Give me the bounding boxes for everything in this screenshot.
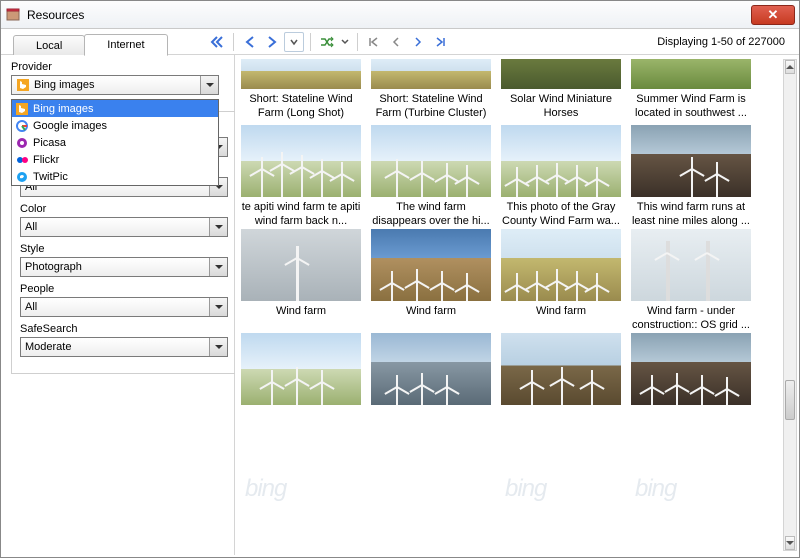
- nav-prev-icon[interactable]: [386, 32, 406, 52]
- nav-last-icon[interactable]: [430, 32, 450, 52]
- provider-dropdown: Bing images Google images Picasa Flickr …: [11, 99, 219, 186]
- nav-first-icon[interactable]: [364, 32, 384, 52]
- shuffle-dropdown-icon[interactable]: [339, 32, 351, 52]
- result-item[interactable]: This photo of the Gray County Wind Farm …: [501, 125, 621, 229]
- style-select[interactable]: Photograph: [20, 257, 228, 277]
- app-icon: [5, 7, 21, 23]
- provider-selected: Bing images: [34, 79, 95, 91]
- result-item[interactable]: Short: Stateline Wind Farm (Turbine Clus…: [371, 59, 491, 121]
- result-item[interactable]: [371, 333, 491, 431]
- scrollbar[interactable]: [783, 59, 797, 551]
- close-button[interactable]: ✕: [751, 5, 795, 25]
- result-item[interactable]: Wind farm: [241, 229, 361, 333]
- people-label: People: [20, 283, 228, 295]
- safesearch-label: SafeSearch: [20, 323, 228, 335]
- result-item[interactable]: This wind farm runs at least nine miles …: [631, 125, 751, 229]
- result-item[interactable]: [631, 333, 751, 431]
- result-item[interactable]: Summer Wind Farm is located in southwest…: [631, 59, 751, 121]
- result-item[interactable]: [501, 333, 621, 431]
- chevron-down-icon: [209, 298, 227, 316]
- tab-internet[interactable]: Internet: [84, 34, 167, 56]
- tab-local[interactable]: Local: [13, 35, 85, 56]
- back-icon[interactable]: [240, 32, 260, 52]
- people-select[interactable]: All: [20, 297, 228, 317]
- chevron-down-icon: [209, 338, 227, 356]
- window-title: Resources: [27, 8, 84, 22]
- result-item[interactable]: Wind farm: [371, 229, 491, 333]
- tabs: Local Internet: [13, 29, 167, 55]
- titlebar: Resources ✕: [1, 1, 799, 29]
- bing-icon: [15, 102, 29, 116]
- picasa-icon: [15, 136, 29, 150]
- provider-label: Provider: [11, 61, 224, 73]
- sidebar: Provider Bing images Bing images Google …: [1, 55, 235, 555]
- result-item[interactable]: Short: Stateline Wind Farm (Long Shot): [241, 59, 361, 121]
- result-item[interactable]: Solar Wind Miniature Horses: [501, 59, 621, 121]
- twitpic-icon: [15, 170, 29, 184]
- result-count: Displaying 1-50 of 227000: [657, 36, 793, 48]
- shuffle-icon[interactable]: [317, 32, 337, 52]
- chevron-down-icon: [200, 76, 218, 94]
- dropdown-item-flickr[interactable]: Flickr: [12, 151, 218, 168]
- google-icon: [15, 119, 29, 133]
- bing-icon: [16, 78, 30, 92]
- dropdown-item-bing[interactable]: Bing images: [12, 100, 218, 117]
- result-item[interactable]: te apiti wind farm te apiti wind farm ba…: [241, 125, 361, 229]
- nav-next-icon[interactable]: [408, 32, 428, 52]
- result-item[interactable]: The wind farm disappears over the hi...: [371, 125, 491, 229]
- forward-dropdown-icon[interactable]: [284, 32, 304, 52]
- result-item[interactable]: Wind farm: [501, 229, 621, 333]
- forward-icon[interactable]: [262, 32, 282, 52]
- scroll-up-icon[interactable]: [785, 60, 795, 74]
- toolbar: [207, 32, 450, 52]
- dropdown-item-picasa[interactable]: Picasa: [12, 134, 218, 151]
- topbar: Local Internet Displaying 1-50 of 227000: [1, 29, 799, 55]
- color-label: Color: [20, 203, 228, 215]
- flickr-icon: [15, 153, 29, 167]
- first-page-icon[interactable]: [207, 32, 227, 52]
- result-item[interactable]: Wind farm - under construction:: OS grid…: [631, 229, 751, 333]
- dropdown-item-twitpic[interactable]: TwitPic: [12, 168, 218, 185]
- style-label: Style: [20, 243, 228, 255]
- chevron-down-icon: [209, 218, 227, 236]
- scroll-thumb[interactable]: [785, 380, 795, 420]
- safesearch-select[interactable]: Moderate: [20, 337, 228, 357]
- color-select[interactable]: All: [20, 217, 228, 237]
- scroll-down-icon[interactable]: [785, 536, 795, 550]
- results-panel: bing bing bing bing bing bing bing bing …: [235, 55, 799, 555]
- dropdown-item-google[interactable]: Google images: [12, 117, 218, 134]
- results-grid: Short: Stateline Wind Farm (Long Shot) S…: [241, 59, 791, 125]
- chevron-down-icon: [209, 258, 227, 276]
- provider-select[interactable]: Bing images: [11, 75, 219, 95]
- result-item[interactable]: [241, 333, 361, 431]
